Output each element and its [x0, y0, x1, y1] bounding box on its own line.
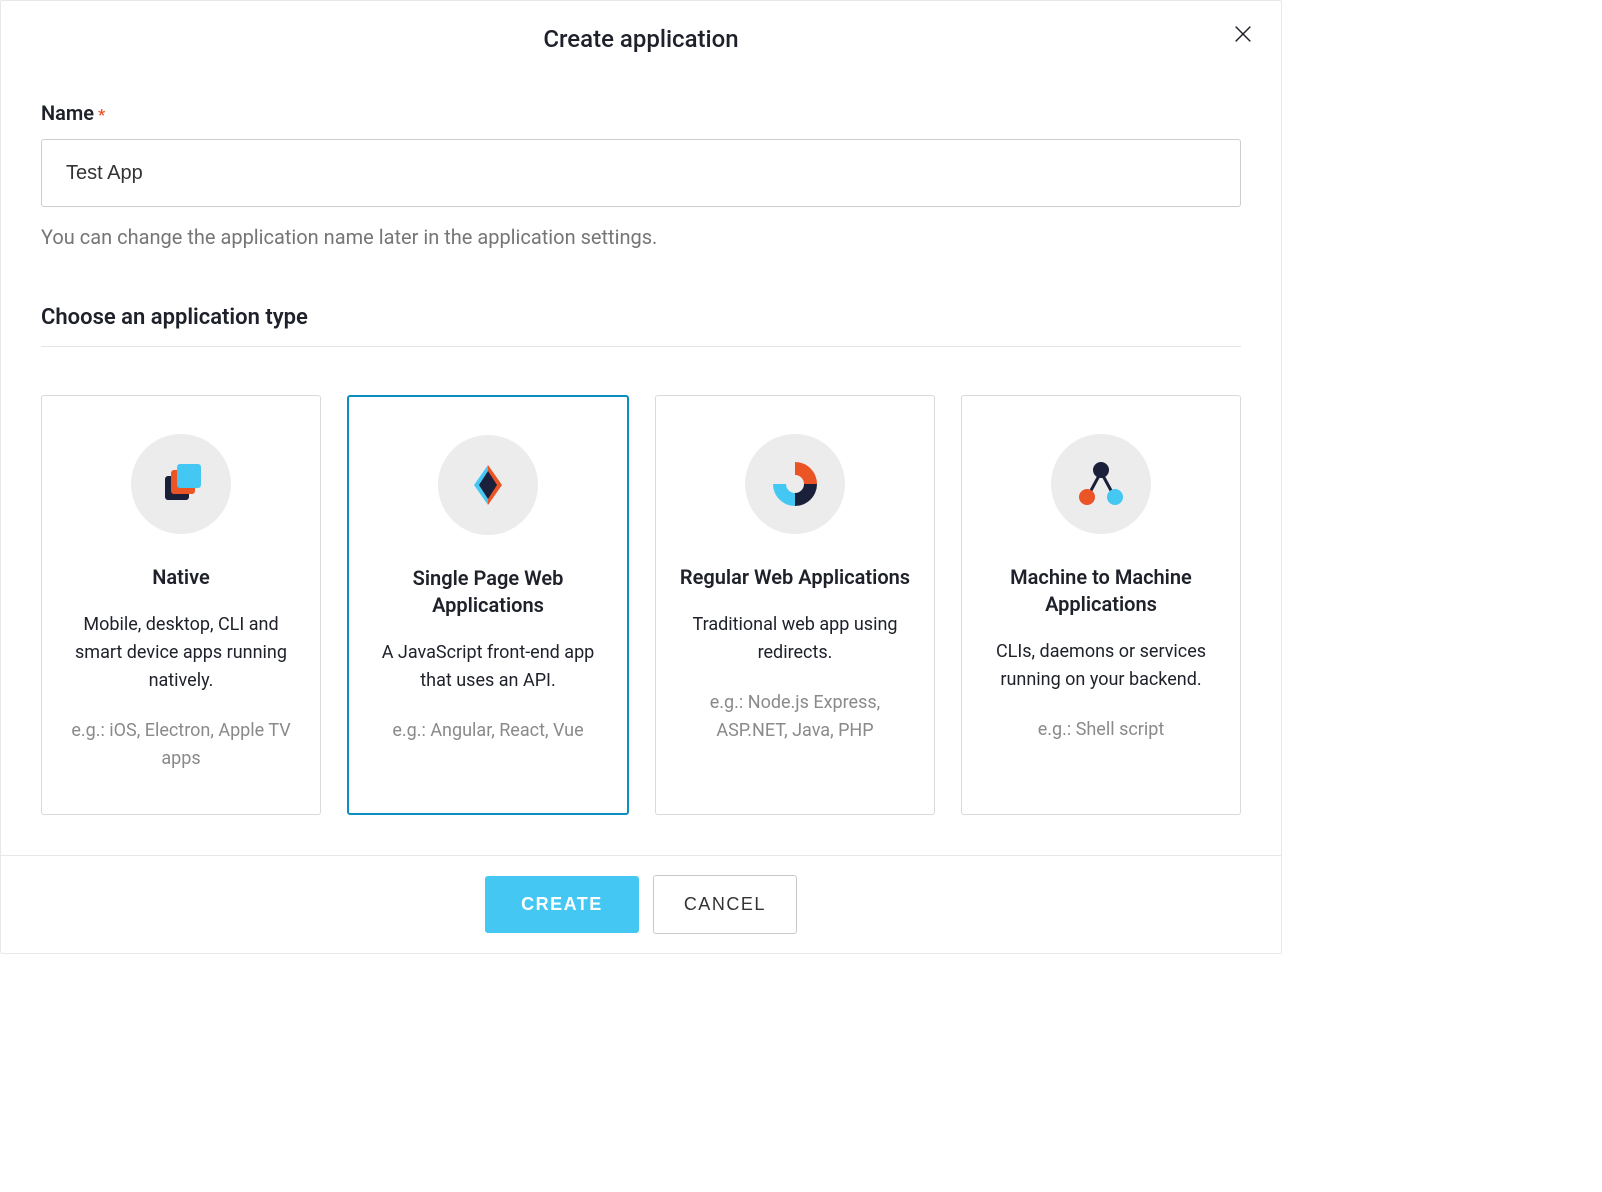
- application-type-cards: Native Mobile, desktop, CLI and smart de…: [41, 395, 1241, 815]
- name-input[interactable]: [41, 139, 1241, 207]
- regular-web-icon: [745, 434, 845, 534]
- spa-icon: [438, 435, 538, 535]
- create-button[interactable]: CREATE: [485, 876, 639, 933]
- card-description: CLIs, daemons or services running on you…: [980, 638, 1222, 694]
- close-icon: [1232, 23, 1254, 48]
- card-title: Single Page Web Applications: [367, 565, 609, 619]
- name-helper-text: You can change the application name late…: [41, 225, 1241, 249]
- create-application-modal: Create application Name* You can change …: [0, 0, 1282, 954]
- card-title: Machine to Machine Applications: [980, 564, 1222, 618]
- card-examples: e.g.: Shell script: [1038, 716, 1165, 744]
- native-icon: [131, 434, 231, 534]
- card-examples: e.g.: iOS, Electron, Apple TV apps: [60, 717, 302, 773]
- card-title: Regular Web Applications: [680, 564, 910, 591]
- card-description: Traditional web app using redirects.: [674, 611, 916, 667]
- card-examples: e.g.: Angular, React, Vue: [392, 717, 583, 745]
- required-indicator: *: [98, 105, 105, 124]
- card-title: Native: [152, 564, 209, 591]
- application-type-heading: Choose an application type: [41, 305, 1241, 347]
- modal-footer: CREATE CANCEL: [1, 855, 1281, 953]
- modal-title: Create application: [1, 1, 1281, 61]
- card-native[interactable]: Native Mobile, desktop, CLI and smart de…: [41, 395, 321, 815]
- cancel-button[interactable]: CANCEL: [653, 875, 797, 934]
- m2m-icon: [1051, 434, 1151, 534]
- card-description: Mobile, desktop, CLI and smart device ap…: [60, 611, 302, 695]
- card-m2m[interactable]: Machine to Machine Applications CLIs, da…: [961, 395, 1241, 815]
- name-label: Name: [41, 101, 94, 125]
- card-examples: e.g.: Node.js Express, ASP.NET, Java, PH…: [674, 689, 916, 745]
- card-spa[interactable]: Single Page Web Applications A JavaScrip…: [347, 395, 629, 815]
- card-regular-web[interactable]: Regular Web Applications Traditional web…: [655, 395, 935, 815]
- card-description: A JavaScript front-end app that uses an …: [367, 639, 609, 695]
- close-button[interactable]: [1229, 21, 1257, 49]
